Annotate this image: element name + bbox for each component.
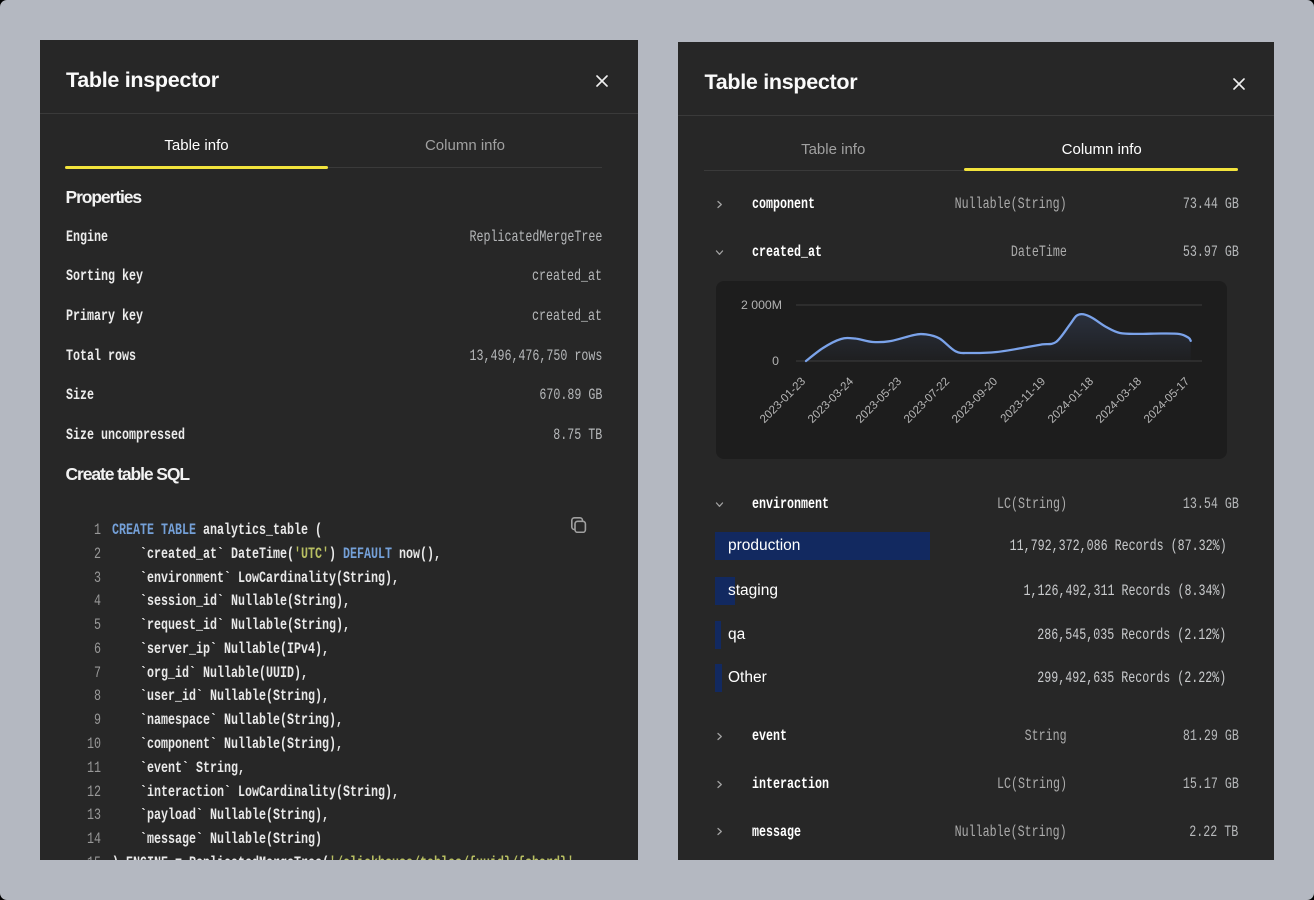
svg-text:0: 0 xyxy=(772,354,779,368)
svg-text:2024-05-17: 2024-05-17 xyxy=(1142,376,1192,426)
svg-text:2023-01-23: 2023-01-23 xyxy=(758,376,808,426)
svg-text:2 000M: 2 000M xyxy=(741,298,782,312)
svg-text:2023-09-20: 2023-09-20 xyxy=(950,376,1000,426)
svg-text:2023-05-23: 2023-05-23 xyxy=(854,376,904,426)
svg-text:2024-03-18: 2024-03-18 xyxy=(1094,376,1144,426)
svg-text:2024-01-18: 2024-01-18 xyxy=(1046,376,1096,426)
svg-text:2023-11-19: 2023-11-19 xyxy=(999,376,1048,425)
svg-text:2023-03-24: 2023-03-24 xyxy=(806,375,857,426)
svg-text:2023-07-22: 2023-07-22 xyxy=(902,376,952,426)
